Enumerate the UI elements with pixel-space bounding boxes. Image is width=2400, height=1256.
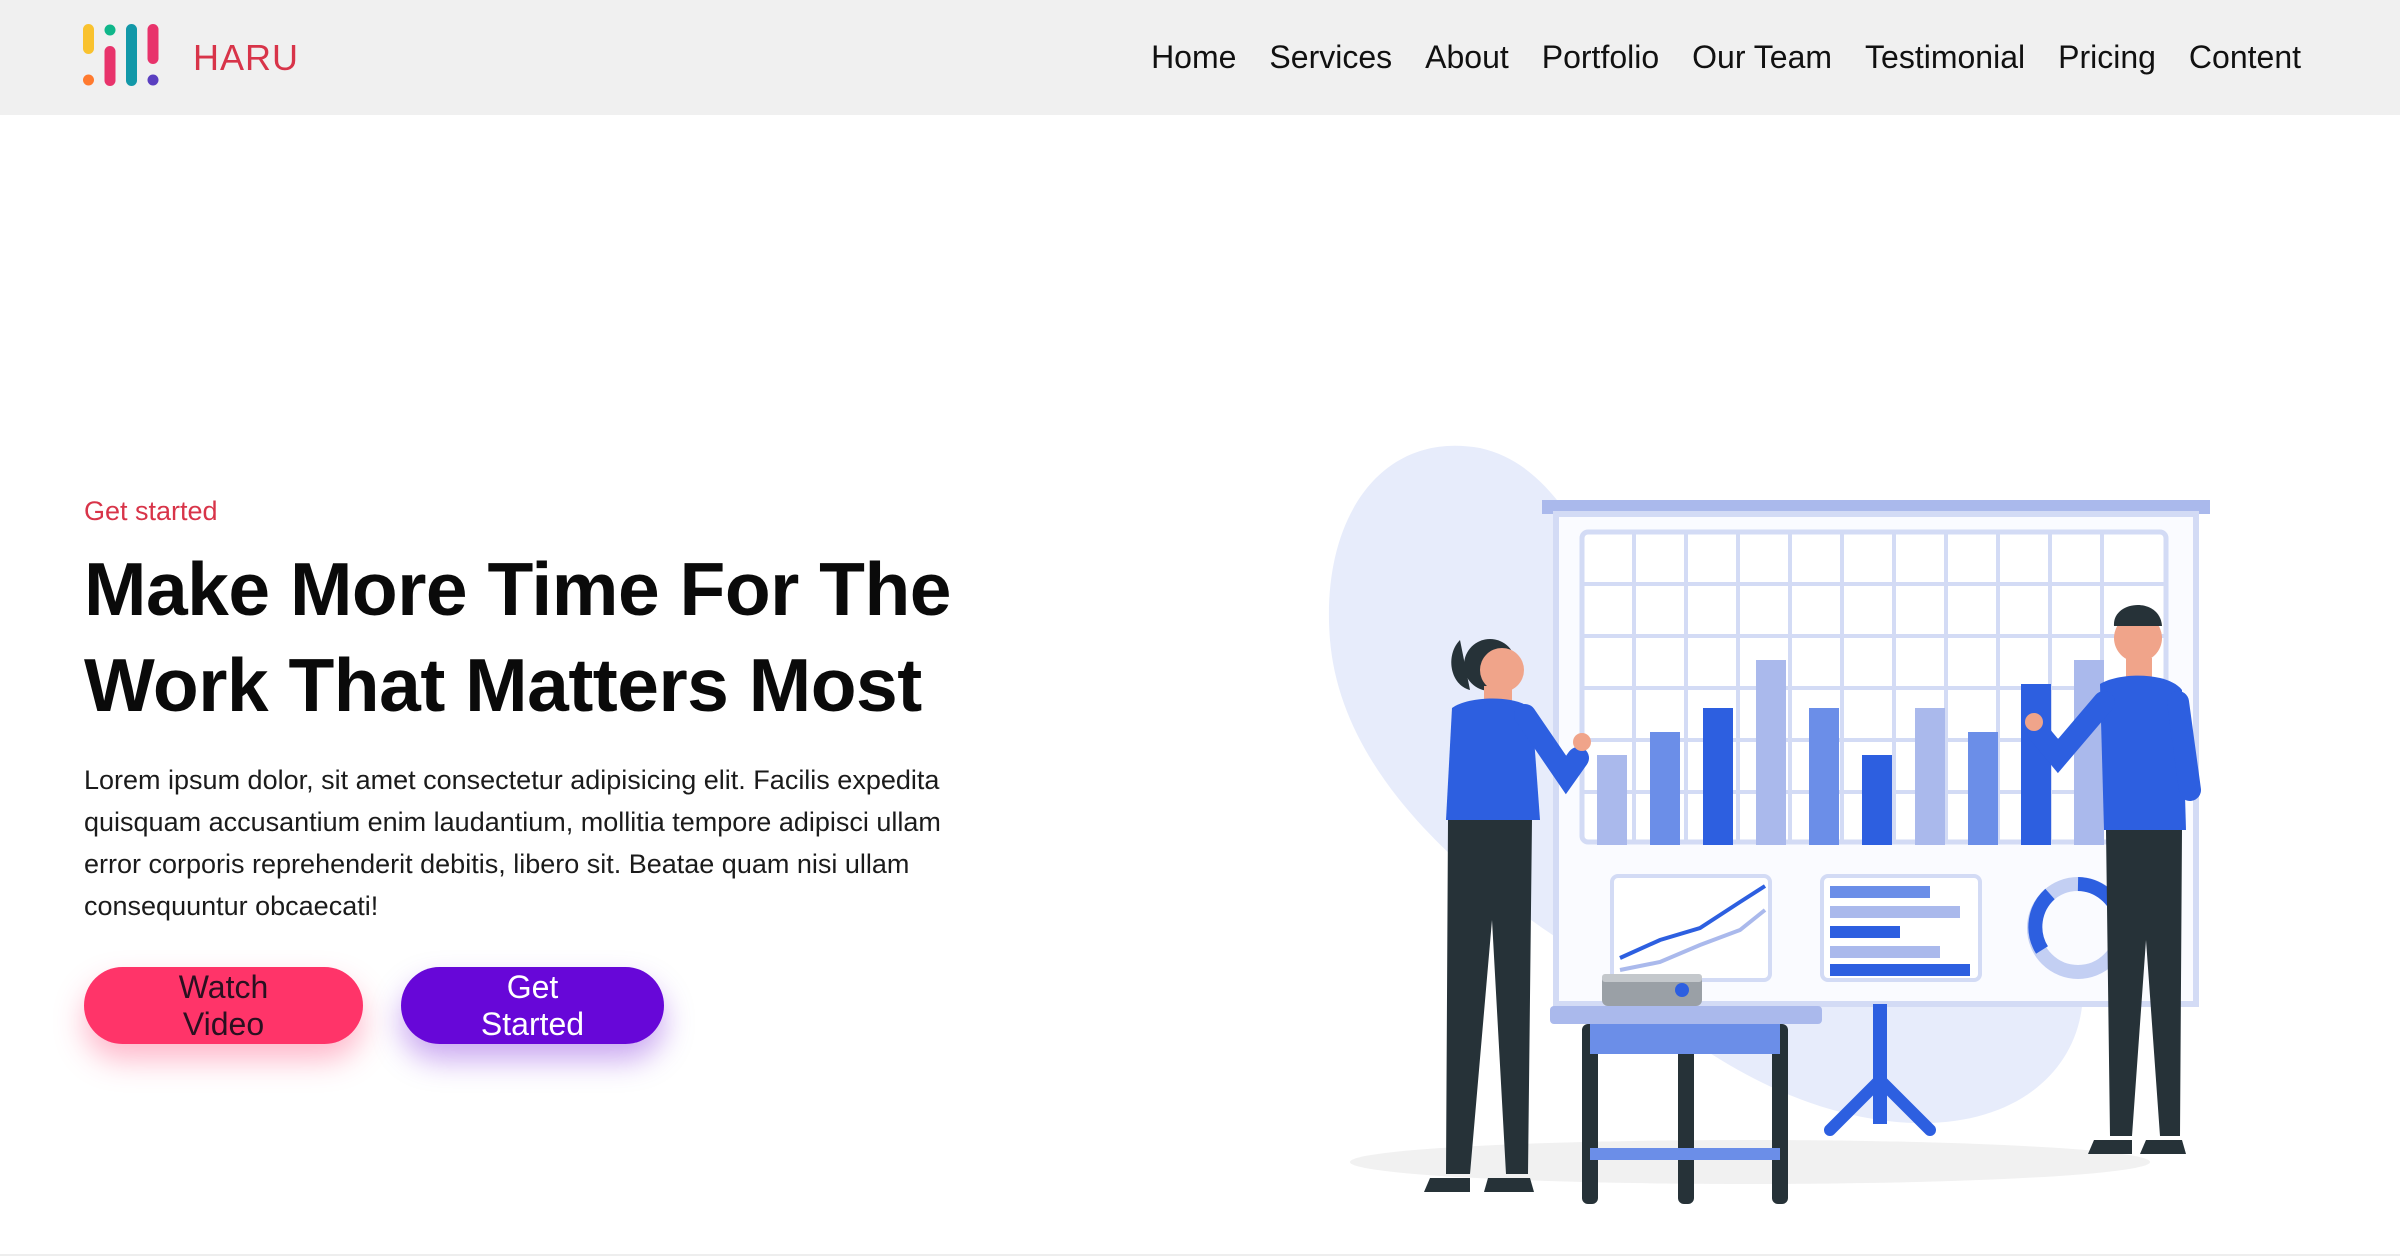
haru-logo-bars-icon xyxy=(83,24,159,86)
nav-link-testimonial[interactable]: Testimonial xyxy=(1865,36,2025,78)
nav-link-pricing[interactable]: Pricing xyxy=(2058,36,2156,78)
watch-video-button[interactable]: Watch Video xyxy=(84,967,363,1044)
hero-headline: Make More Time For The Work That Matters… xyxy=(84,541,1004,733)
nav-link-services[interactable]: Services xyxy=(1269,36,1392,78)
nav-link-portfolio[interactable]: Portfolio xyxy=(1542,36,1659,78)
hero-description: Lorem ipsum dolor, sit amet consectetur … xyxy=(84,765,941,921)
site-header: HARU Home Services About Portfolio Our T… xyxy=(0,0,2400,115)
hero-headline-line-1: Make More Time For The xyxy=(84,547,952,631)
main-nav: Home Services About Portfolio Our Team T… xyxy=(1151,36,2301,78)
hero-section: Get started Make More Time For The Work … xyxy=(84,496,1004,1044)
nav-link-content[interactable]: Content xyxy=(2189,36,2301,78)
brand-logo[interactable]: HARU xyxy=(83,24,299,92)
nav-link-our-team[interactable]: Our Team xyxy=(1692,36,1832,78)
nav-link-home[interactable]: Home xyxy=(1151,36,1236,78)
brand-name: HARU xyxy=(193,37,300,78)
hero-actions: Watch Video Get Started xyxy=(84,967,1004,1044)
hero-headline-line-2: Work That Matters Most xyxy=(84,643,922,727)
hero-illustration xyxy=(1328,445,2210,1204)
get-started-button[interactable]: Get Started xyxy=(401,967,664,1044)
nav-link-about[interactable]: About xyxy=(1425,36,1509,78)
hero-kicker: Get started xyxy=(84,496,218,526)
table-with-projector xyxy=(1550,974,1822,1204)
